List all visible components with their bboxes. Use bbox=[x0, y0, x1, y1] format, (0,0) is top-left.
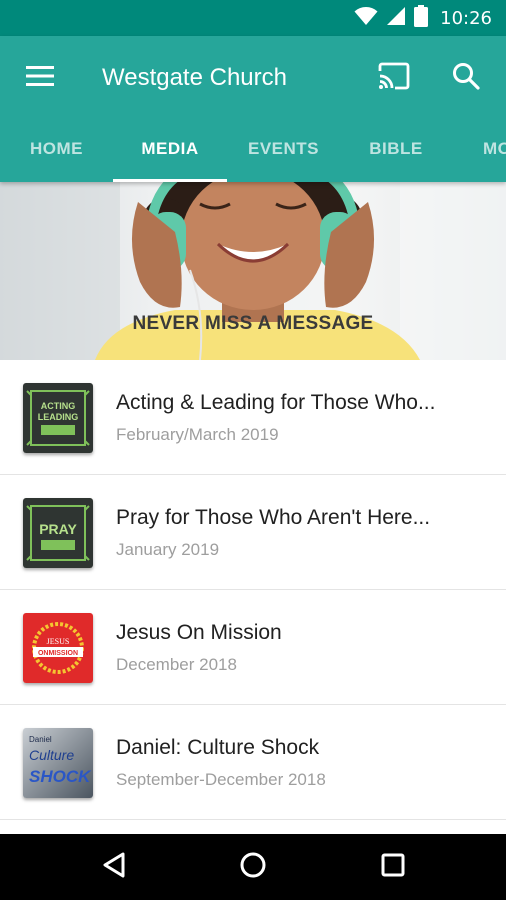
app-bar: Westgate Church HOME MEDIA EVENTS BIBLE … bbox=[0, 36, 506, 182]
menu-button[interactable] bbox=[22, 60, 58, 96]
series-date: December 2018 bbox=[116, 655, 237, 674]
tab-events[interactable]: EVENTS bbox=[227, 124, 340, 182]
series-artwork: Daniel Culture SHOCK bbox=[23, 728, 93, 798]
series-title: Acting & Leading for Those Who... bbox=[116, 391, 436, 414]
back-button[interactable] bbox=[92, 847, 136, 887]
series-title: Pray for Those Who Aren't Here... bbox=[116, 506, 431, 529]
artwork-text: LEADING bbox=[38, 412, 79, 422]
banner-caption: NEVER MISS A MESSAGE bbox=[132, 313, 374, 334]
tab-more[interactable]: MO bbox=[452, 124, 506, 182]
artwork-text: Culture bbox=[29, 747, 74, 763]
app-title: Westgate Church bbox=[102, 64, 287, 91]
series-date: September-December 2018 bbox=[116, 770, 326, 789]
recents-icon bbox=[380, 852, 406, 883]
series-artwork: ACTING LEADING bbox=[23, 383, 93, 453]
series-date: January 2019 bbox=[116, 540, 220, 559]
series-title: Jesus On Mission bbox=[116, 621, 282, 644]
tab-bar: HOME MEDIA EVENTS BIBLE MO bbox=[0, 124, 506, 182]
home-icon bbox=[239, 851, 267, 884]
search-button[interactable] bbox=[446, 58, 486, 98]
cast-button[interactable] bbox=[374, 58, 414, 98]
list-item[interactable]: Daniel Culture SHOCK Daniel: Culture Sho… bbox=[0, 705, 506, 820]
tab-home[interactable]: HOME bbox=[0, 124, 113, 182]
series-list: ACTING LEADING Acting & Leading for Thos… bbox=[0, 360, 506, 820]
tab-indicator bbox=[113, 179, 227, 182]
tab-bible[interactable]: BIBLE bbox=[340, 124, 452, 182]
media-banner[interactable]: NEVER MISS A MESSAGE bbox=[0, 182, 506, 360]
artwork-text: Daniel bbox=[29, 735, 52, 744]
artwork-text: JESUS bbox=[47, 637, 70, 646]
home-button[interactable] bbox=[231, 847, 275, 887]
cell-signal-icon bbox=[386, 6, 406, 31]
recents-button[interactable] bbox=[371, 847, 415, 887]
search-icon bbox=[452, 62, 480, 95]
cast-icon bbox=[377, 62, 411, 95]
artwork-text: ONMISSION bbox=[38, 650, 78, 657]
system-nav-bar bbox=[0, 834, 506, 900]
back-icon bbox=[101, 851, 127, 884]
status-bar: 10:26 bbox=[0, 0, 506, 36]
artwork-text: PRAY bbox=[39, 521, 77, 537]
series-artwork: JESUS ONMISSION bbox=[23, 613, 93, 683]
tab-media[interactable]: MEDIA bbox=[113, 124, 227, 182]
list-item[interactable]: PRAY Pray for Those Who Aren't Here... J… bbox=[0, 475, 506, 590]
menu-icon bbox=[26, 65, 54, 92]
status-time: 10:26 bbox=[440, 7, 492, 29]
battery-icon bbox=[414, 4, 429, 32]
list-item[interactable]: ACTING LEADING Acting & Leading for Thos… bbox=[0, 360, 506, 475]
artwork-text: SHOCK bbox=[29, 767, 92, 786]
list-item[interactable]: JESUS ONMISSION Jesus On Mission Decembe… bbox=[0, 590, 506, 705]
wifi-icon bbox=[354, 6, 378, 31]
status-icons: 10:26 bbox=[354, 0, 492, 36]
series-title: Daniel: Culture Shock bbox=[116, 736, 320, 759]
artwork-text: ACTING bbox=[41, 401, 76, 411]
series-date: February/March 2019 bbox=[116, 425, 279, 444]
series-artwork: PRAY bbox=[23, 498, 93, 568]
